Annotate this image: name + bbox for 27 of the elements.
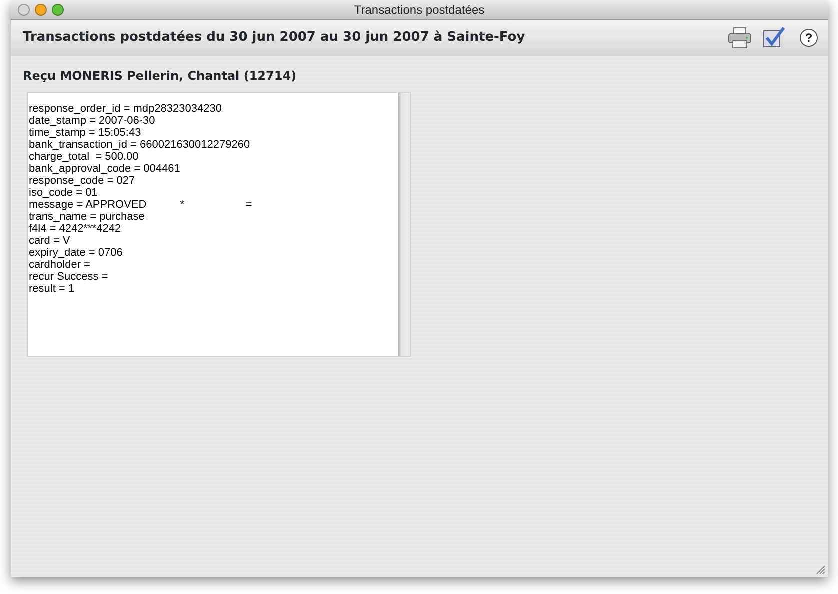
- receipt-line: expiry_date = 0706: [29, 247, 123, 259]
- receipt-line: card = V: [29, 235, 70, 247]
- close-button[interactable]: [18, 4, 30, 16]
- receipt-line: response_order_id = mdp28323034230: [29, 103, 222, 115]
- help-button[interactable]: ?: [800, 29, 818, 47]
- zoom-button[interactable]: [52, 4, 64, 16]
- checkbox-icon[interactable]: [762, 26, 786, 50]
- receipt-line: charge_total = 500.00: [29, 151, 139, 163]
- minimize-button[interactable]: [35, 4, 47, 16]
- receipt-title: Reçu MONERIS Pellerin, Chantal (12714): [23, 68, 298, 85]
- page-title: Transactions postdatées du 30 jun 2007 au 30 jun 2007 à Sainte-Foy: [23, 30, 526, 46]
- receipt-line: cardholder =: [29, 259, 90, 271]
- printer-icon[interactable]: [728, 26, 752, 50]
- receipt-line: result = 1: [29, 283, 75, 295]
- receipt-line: trans_name = purchase: [29, 211, 145, 223]
- window-title: Transactions postdatées: [354, 2, 485, 18]
- receipt-line: date_stamp = 2007-06-30: [29, 115, 156, 127]
- receipt-line: response_code = 027: [29, 175, 136, 187]
- resize-grip-icon[interactable]: [816, 565, 826, 575]
- receipt-line: iso_code = 01: [29, 187, 98, 199]
- receipt-line: time_stamp = 15:05:43: [29, 127, 142, 139]
- scrollbar[interactable]: [398, 93, 410, 356]
- receipt-line: recur Success =: [29, 271, 108, 283]
- receipt-line: bank_transaction_id = 660021630012279260: [29, 139, 250, 151]
- receipt-line: f4l4 = 4242***4242: [29, 223, 122, 235]
- receipt-line: message = APPROVED * =: [29, 199, 252, 211]
- receipt-line: bank_approval_code = 004461: [29, 163, 180, 175]
